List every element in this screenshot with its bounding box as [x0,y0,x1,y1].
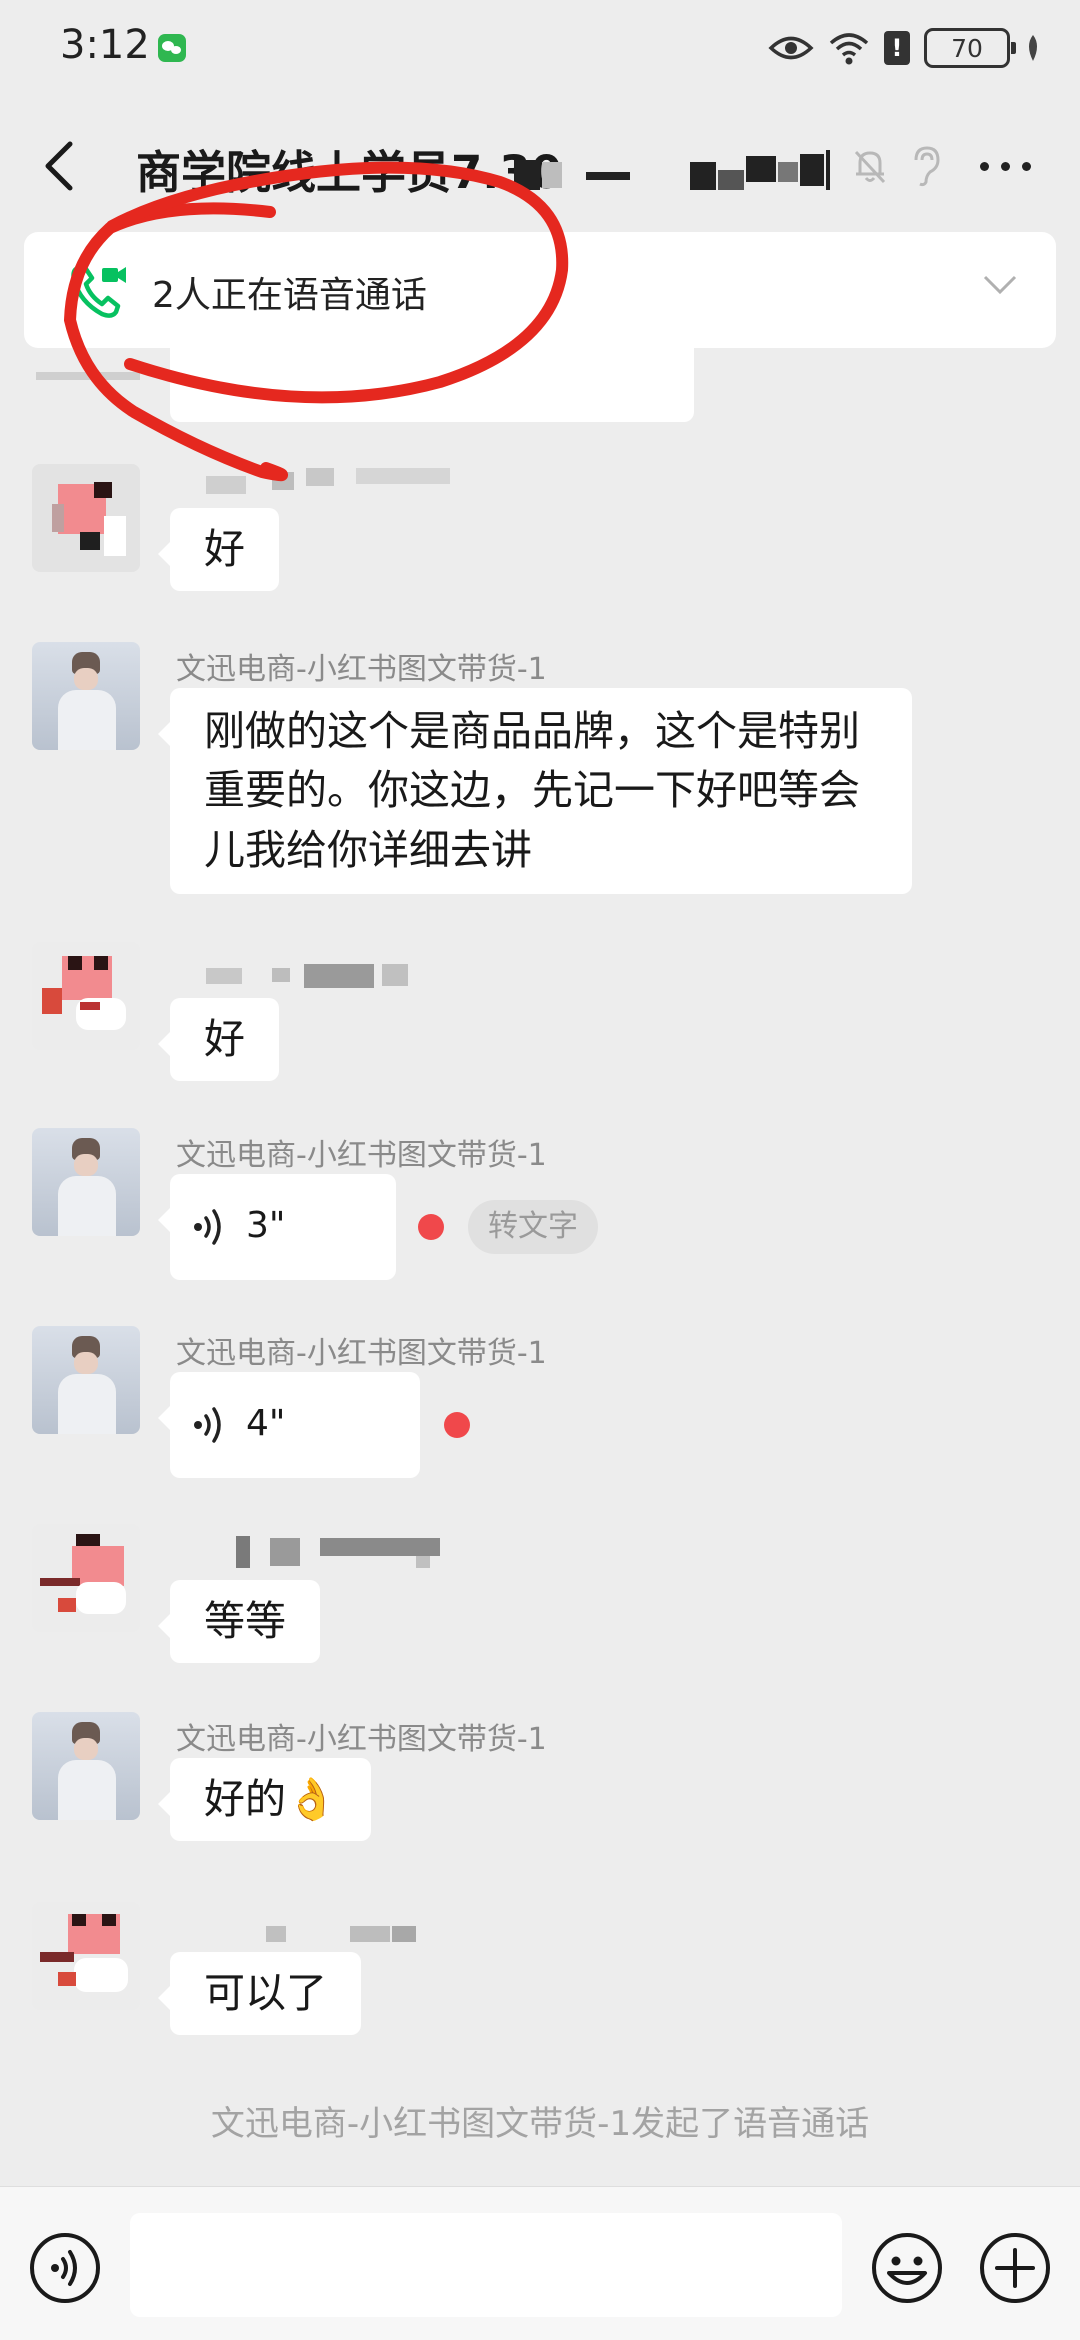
avatar[interactable] [32,1524,140,1632]
voice-wave-icon [194,1209,221,1245]
message-bubble[interactable]: 好的👌 [157,1758,372,1842]
voice-call-icon [71,263,126,318]
system-note: 文迅电商-小红书图文带货-1发起了语音通话 [210,2104,870,2144]
pixelated-group-name [500,148,840,192]
pixelated-avatar-art [32,942,140,1050]
pixelated-sender-name [206,960,420,988]
pixelated-sender-name [266,1922,466,1946]
avatar[interactable] [32,1902,140,2010]
voice-message-bubble[interactable]: 3" [158,1174,396,1280]
chat-header: 商学院线上学员7.30 [0,100,1080,230]
message-bubble[interactable]: 可以了 [158,1952,361,2036]
avatar[interactable] [32,464,140,572]
sender-name: 文迅电商-小红书图文带货-1 [176,652,547,687]
voice-wave-icon [194,1407,221,1443]
to-text-button[interactable]: 转文字 [468,1200,598,1254]
pixelated-sender-name [236,1534,450,1570]
plus-button[interactable] [978,2231,1052,2305]
input-bar [0,2186,1080,2340]
message-bubble[interactable]: 刚做的这个是商品品牌，这个是特别重要的。你这边，先记一下好吧等会儿我给你详细去讲 [158,688,912,895]
eye-icon [768,36,814,60]
message-text: 可以了 [204,1969,327,2017]
avatar-photo-art [32,1326,140,1434]
pixelated-avatar-art [32,1902,140,2010]
message-row-partial [0,348,1080,422]
message-text: 等等 [204,1597,286,1645]
partial-avatar-edge [36,372,140,380]
battery-icon: 70 [924,28,1016,68]
voice-message-bubble[interactable]: 4" [158,1372,420,1478]
avatar[interactable] [32,1128,140,1236]
message-bubble[interactable]: 好 [158,998,279,1082]
avatar[interactable] [32,642,140,750]
emoji-button[interactable] [870,2231,944,2305]
unread-dot [418,1214,444,1240]
more-options-button[interactable] [976,152,1036,180]
message-text: 好 [204,525,245,573]
avatar-photo-art [32,1712,140,1820]
message-bubble[interactable]: 等等 [158,1580,320,1664]
pixelated-sender-name [206,468,450,494]
pixelated-avatar-art [32,1524,140,1632]
battery-level: 70 [951,33,983,63]
earpiece-mode-icon [914,146,940,187]
voice-duration: 4" [246,1403,286,1444]
avatar[interactable] [32,942,140,1050]
mute-bell-icon [854,150,886,184]
sender-name: 文迅电商-小红书图文带货-1 [176,1722,547,1757]
avatar[interactable] [32,1326,140,1434]
unread-dot [444,1412,470,1438]
status-bar: 3:12 ! 70 [0,0,1080,100]
back-button[interactable] [36,138,86,194]
message-text: 好的👌 [204,1775,338,1823]
sender-name: 文迅电商-小红书图文带货-1 [176,1336,547,1371]
voice-call-banner[interactable]: 2人正在语音通话 [24,232,1056,348]
status-time: 3:12 [60,22,150,68]
voice-input-button[interactable] [28,2231,102,2305]
leaf-icon [1029,35,1037,61]
sender-name: 文迅电商-小红书图文带货-1 [176,1138,547,1173]
voice-call-status: 2人正在语音通话 [152,275,427,316]
wechat-notification-icon [158,34,186,62]
message-text: 好 [204,1015,245,1063]
voice-duration: 3" [246,1205,286,1246]
avatar-photo-art [32,1128,140,1236]
message-input[interactable] [130,2213,842,2317]
chevron-down-icon[interactable] [982,274,1018,296]
avatar[interactable] [32,1712,140,1820]
partial-bubble [170,348,694,422]
avatar-photo-art [32,642,140,750]
message-text: 刚做的这个是商品品牌，这个是特别重要的。你这边，先记一下好吧等会儿我给你详细去讲 [204,707,860,874]
status-icons: ! 70 [768,28,1042,68]
sim-alert-icon: ! [884,31,910,65]
pixelated-avatar-art [32,464,140,572]
message-bubble[interactable]: 好 [158,508,279,592]
chat-title[interactable]: 商学院线上学员7.30 [136,136,562,201]
wifi-icon [829,33,869,65]
